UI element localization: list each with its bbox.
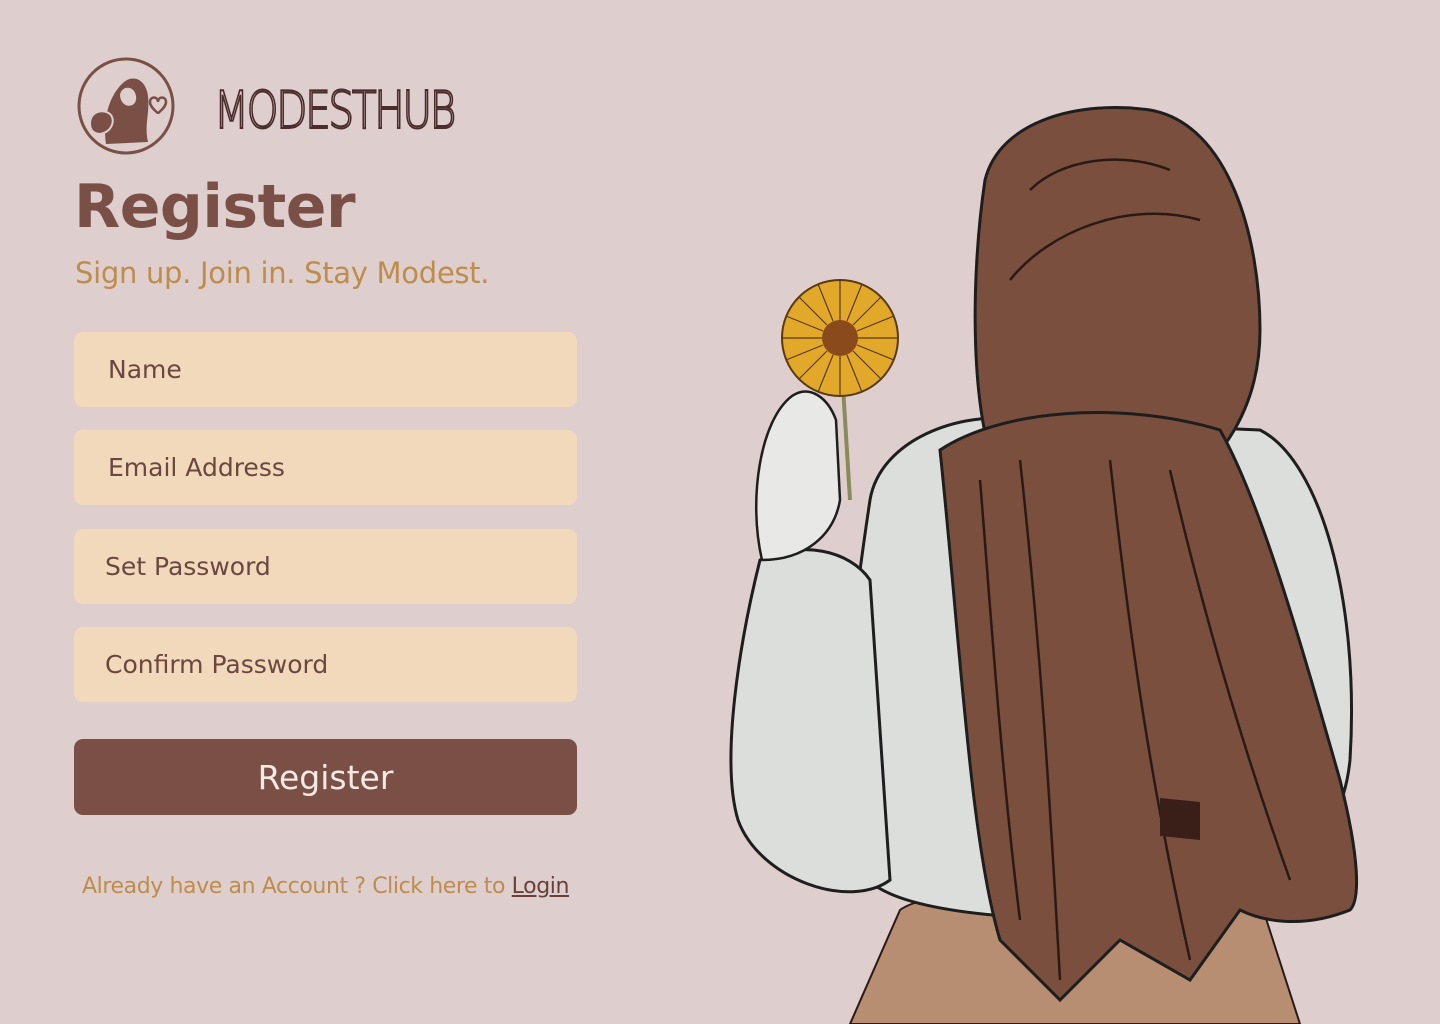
set-password-input[interactable] <box>74 529 577 604</box>
woman-in-hijab-holding-flower-illustration <box>729 106 1359 1024</box>
confirm-password-input[interactable] <box>74 627 577 702</box>
name-input[interactable] <box>74 332 577 407</box>
login-prompt: Already have an Account ? Click here to … <box>82 874 569 899</box>
login-prompt-text: Already have an Account ? Click here to <box>82 874 512 899</box>
login-link[interactable]: Login <box>512 874 570 899</box>
brand: MODESTHUB <box>76 56 522 156</box>
brand-name: MODESTHUB <box>213 80 457 142</box>
hijab-woman-heart-icon <box>77 57 175 155</box>
email-input[interactable] <box>74 430 577 505</box>
register-button[interactable]: Register <box>74 739 577 815</box>
page-subtitle: Sign up. Join in. Stay Modest. <box>75 256 490 290</box>
page-title: Register <box>74 172 356 242</box>
